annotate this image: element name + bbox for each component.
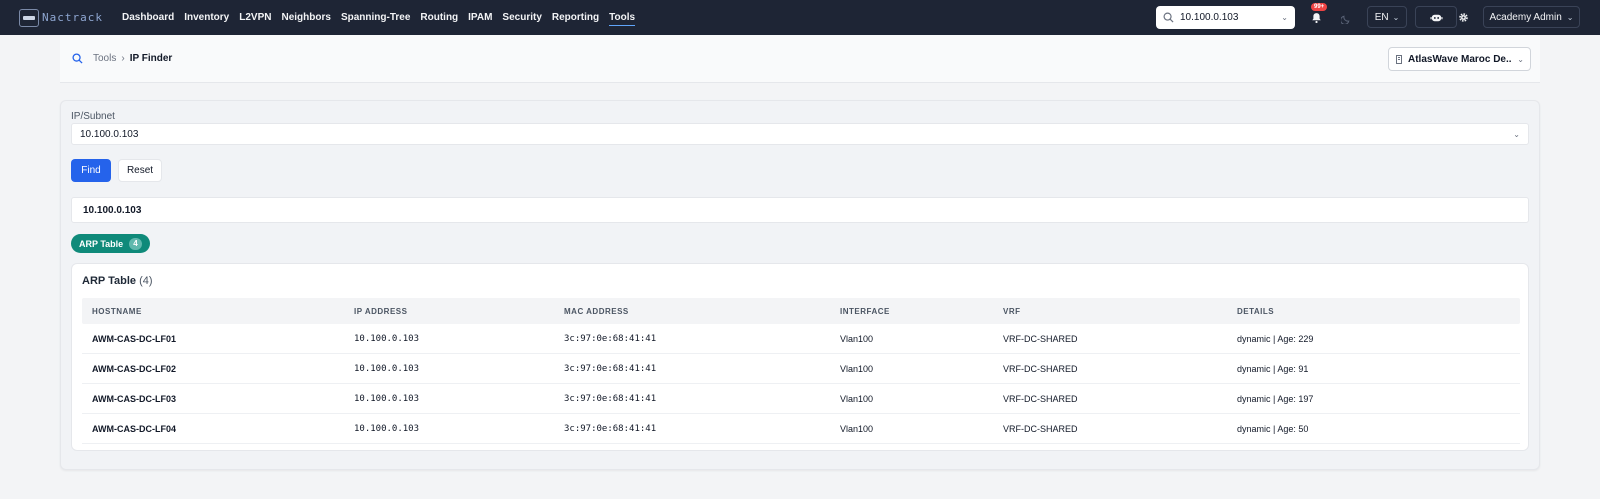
cell-mac-address: 3c:97:0e:68:41:41 [564, 333, 657, 344]
arp-table-title-text: ARP Table [82, 275, 136, 287]
cell-vrf: VRF-DC-SHARED [1003, 423, 1078, 434]
nav-item-routing[interactable]: Routing [420, 10, 458, 25]
cell-vrf: VRF-DC-SHARED [1003, 363, 1078, 374]
robot-icon [1429, 14, 1443, 21]
nav-item-inventory[interactable]: Inventory [184, 10, 229, 25]
cell-mac-address: 3c:97:0e:68:41:41 [564, 393, 657, 404]
reset-button[interactable]: Reset [118, 159, 162, 182]
column-header-mac-address[interactable]: MAC Address [564, 307, 840, 316]
user-label: Academy Admin [1489, 11, 1562, 23]
language-selector[interactable]: EN ⌄ [1367, 6, 1407, 28]
chevron-down-icon: ⌄ [1281, 13, 1288, 22]
cell-ip-address: 10.100.0.103 [354, 393, 420, 404]
result-query-ip: 10.100.0.103 [71, 197, 1529, 223]
table-header: Hostname IP Address MAC Address Interfac… [82, 298, 1520, 324]
breadcrumb-tools-link[interactable]: Tools [93, 53, 116, 64]
cell-details: dynamic | Age: 91 [1237, 363, 1309, 374]
nav-item-spanning-tree[interactable]: Spanning-Tree [341, 10, 410, 25]
ip-subnet-label: IP/Subnet [71, 111, 115, 122]
table-row[interactable]: AWM-CAS-DC-LF01 10.100.0.103 3c:97:0e:68… [82, 324, 1520, 354]
building-icon [1396, 54, 1402, 64]
search-icon [72, 53, 83, 64]
breadcrumb-current: IP Finder [129, 53, 173, 64]
arp-table-chip[interactable]: ARP Table 4 [71, 234, 150, 253]
arp-table-chip-count: 4 [129, 237, 142, 250]
cell-interface: Vlan100 [840, 363, 874, 374]
chevron-down-icon: ⌄ [1513, 129, 1520, 139]
cell-details: dynamic | Age: 50 [1237, 423, 1309, 434]
column-header-details[interactable]: Details [1237, 307, 1520, 316]
nav-item-tools[interactable]: Tools [609, 10, 636, 26]
chevron-down-icon: ⌄ [1392, 12, 1400, 22]
site-selector-label: AtlasWave Maroc De... [1408, 53, 1513, 65]
cell-details: dynamic | Age: 197 [1237, 393, 1314, 404]
notifications-button[interactable] [1305, 8, 1327, 28]
column-header-interface[interactable]: Interface [840, 307, 1003, 316]
cell-vrf: VRF-DC-SHARED [1003, 333, 1078, 344]
cell-ip-address: 10.100.0.103 [354, 333, 420, 344]
cell-interface: Vlan100 [840, 393, 874, 404]
nav-item-ipam[interactable]: IPAM [468, 10, 492, 25]
notifications-badge: 99+ [1311, 3, 1328, 11]
cell-hostname: AWM-CAS-DC-LF03 [92, 393, 176, 404]
site-selector[interactable]: AtlasWave Maroc De... ⌄ [1388, 47, 1531, 71]
user-menu-button[interactable]: Academy Admin ⌄ [1483, 6, 1580, 28]
cell-hostname: AWM-CAS-DC-LF02 [92, 363, 176, 374]
app-logo[interactable]: Nactrack [19, 8, 103, 27]
arp-table-chip-label: ARP Table [79, 238, 124, 249]
arp-table-title-count: (4) [139, 275, 153, 287]
table-row[interactable]: AWM-CAS-DC-LF04 10.100.0.103 3c:97:0e:68… [82, 414, 1520, 444]
cell-interface: Vlan100 [840, 423, 874, 434]
table-row[interactable]: AWM-CAS-DC-LF02 10.100.0.103 3c:97:0e:68… [82, 354, 1520, 384]
top-navbar: Nactrack Dashboard Inventory L2VPN Neigh… [0, 0, 1600, 35]
cell-vrf: VRF-DC-SHARED [1003, 393, 1078, 404]
breadcrumb-bar: Tools › IP Finder AtlasWave Maroc De... … [60, 35, 1540, 83]
breadcrumb: Tools › IP Finder [93, 53, 172, 64]
language-label: EN [1374, 11, 1389, 23]
cell-hostname: AWM-CAS-DC-LF04 [92, 423, 176, 434]
nav-item-neighbors[interactable]: Neighbors [281, 10, 330, 25]
cell-ip-address: 10.100.0.103 [354, 363, 420, 374]
arp-table-title: ARP Table (4) [82, 275, 153, 287]
column-header-hostname[interactable]: Hostname [82, 307, 354, 316]
global-search-input[interactable]: 10.100.0.103 ⌄ [1156, 6, 1295, 29]
nav-item-l2vpn[interactable]: L2VPN [239, 10, 271, 25]
cell-interface: Vlan100 [840, 333, 874, 344]
logo-icon [19, 8, 39, 27]
nav-item-dashboard[interactable]: Dashboard [122, 10, 174, 25]
moon-icon [1340, 15, 1349, 24]
theme-toggle-button[interactable] [1337, 9, 1355, 27]
ip-finder-panel: IP/Subnet 10.100.0.103 ⌄ Find Reset 10.1… [60, 100, 1540, 470]
cell-details: dynamic | Age: 229 [1237, 333, 1314, 344]
main-nav: Dashboard Inventory L2VPN Neighbors Span… [122, 10, 636, 26]
gear-icon [1458, 12, 1468, 22]
bell-icon [1311, 13, 1321, 24]
table-row[interactable]: AWM-CAS-DC-LF03 10.100.0.103 3c:97:0e:68… [82, 384, 1520, 414]
nav-item-reporting[interactable]: Reporting [552, 10, 599, 25]
cell-ip-address: 10.100.0.103 [354, 423, 420, 434]
arp-table-card: ARP Table (4) Hostname IP Address MAC Ad… [71, 263, 1529, 451]
nav-item-security[interactable]: Security [502, 10, 541, 25]
settings-button[interactable] [1450, 6, 1476, 28]
chevron-down-icon: ⌄ [1566, 12, 1574, 22]
chevron-down-icon: ⌄ [1517, 54, 1524, 64]
cell-hostname: AWM-CAS-DC-LF01 [92, 333, 176, 344]
cell-mac-address: 3c:97:0e:68:41:41 [564, 363, 657, 374]
column-header-vrf[interactable]: VRF [1003, 307, 1237, 316]
chevron-right-icon: › [121, 53, 125, 64]
search-icon [1163, 12, 1174, 23]
global-search-value: 10.100.0.103 [1180, 12, 1239, 23]
ip-subnet-value: 10.100.0.103 [80, 128, 139, 140]
arp-table: Hostname IP Address MAC Address Interfac… [82, 298, 1520, 444]
column-header-ip-address[interactable]: IP Address [354, 307, 564, 316]
logo-text: Nactrack [42, 11, 103, 24]
cell-mac-address: 3c:97:0e:68:41:41 [564, 423, 657, 434]
ip-subnet-select[interactable]: 10.100.0.103 ⌄ [71, 123, 1529, 145]
find-button[interactable]: Find [71, 159, 111, 182]
